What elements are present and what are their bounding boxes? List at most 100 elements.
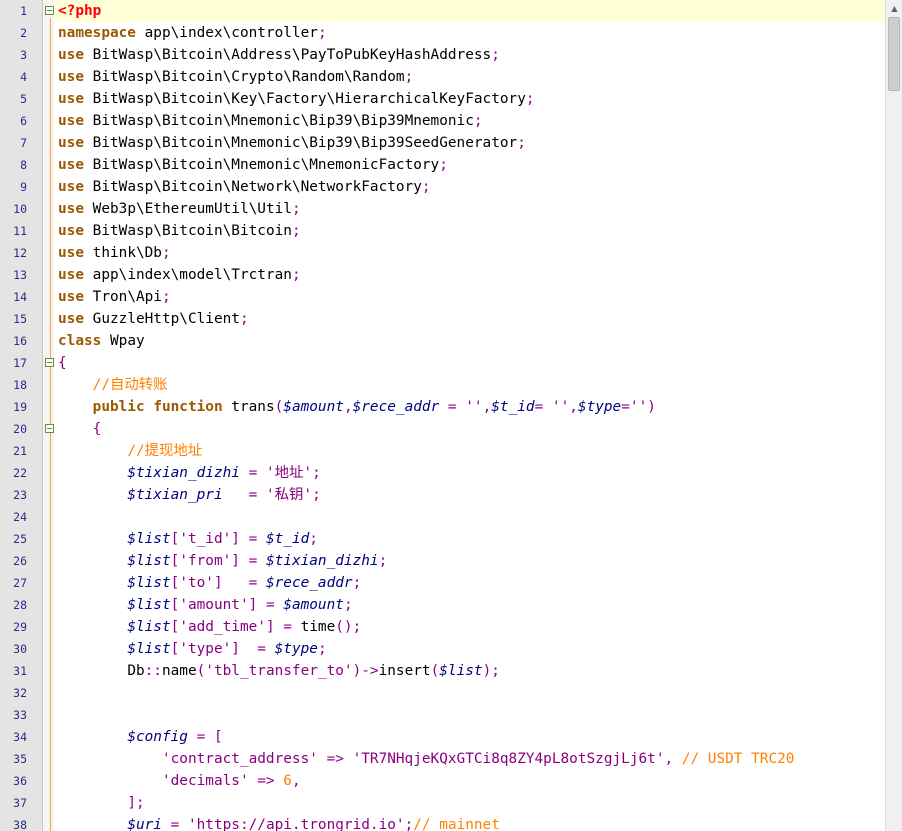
code-text: use BitWasp\Bitcoin\Mnemonic\Bip39\Bip39… (58, 110, 483, 132)
line-number: 26 (13, 554, 27, 568)
code-text: $config = [ (58, 726, 223, 748)
code-token: insert (378, 663, 431, 679)
code-line[interactable]: 36 'decimals' => 6, (0, 770, 885, 792)
code-token: function (153, 399, 223, 415)
code-line[interactable]: 11 use BitWasp\Bitcoin\Bitcoin; (0, 220, 885, 242)
code-line[interactable]: 15 use GuzzleHttp\Client; (0, 308, 885, 330)
code-lines[interactable]: 1 <?php 2 namespace app\index\controller; 3 u… (0, 0, 885, 831)
code-token: => (248, 773, 284, 789)
code-line[interactable]: 26 $list['from'] = $tixian_dizhi; (0, 550, 885, 572)
code-line[interactable]: 18 //自动转账 (0, 374, 885, 396)
code-line[interactable]: 6 use BitWasp\Bitcoin\Mnemonic\Bip39\Bip3… (0, 110, 885, 132)
code-token: )-> (352, 663, 379, 679)
code-token: ]; (127, 795, 145, 811)
code-line[interactable]: 35 'contract_address' => 'TR7NHqjeKQxGTC… (0, 748, 885, 770)
code-line[interactable]: 24 (0, 506, 885, 528)
code-token: 'from' (179, 553, 232, 569)
line-number: 1 (20, 4, 27, 18)
code-text: $list['t_id'] = $t_id; (58, 528, 318, 550)
code-line[interactable]: 21 //提现地址 (0, 440, 885, 462)
code-token: , (291, 773, 301, 789)
code-line[interactable]: 31 Db::name('tbl_transfer_to')->insert($… (0, 660, 885, 682)
code-line[interactable]: 13 use app\index\model\Trctran; (0, 264, 885, 286)
code-text: $list['amount'] = $amount; (58, 594, 352, 616)
code-token: ] = (231, 553, 266, 569)
code-line[interactable]: 32 (0, 682, 885, 704)
code-line[interactable]: 38 $uri = 'https://api.trongrid.io';// m… (0, 814, 885, 831)
code-line[interactable]: 17 { (0, 352, 885, 374)
scrollbar-thumb[interactable] (888, 17, 900, 91)
code-line[interactable]: 20 { (0, 418, 885, 440)
code-token: = (161, 817, 188, 831)
code-line[interactable]: 14 use Tron\Api; (0, 286, 885, 308)
scroll-up-arrow-icon[interactable]: ▲ (886, 0, 902, 17)
code-token: [ (170, 575, 180, 591)
code-text: use BitWasp\Bitcoin\Key\Factory\Hierarch… (58, 88, 535, 110)
code-token: $amount (283, 399, 344, 415)
code-line[interactable]: 22 $tixian_dizhi = '地址'; (0, 462, 885, 484)
code-line[interactable]: 25 $list['t_id'] = $t_id; (0, 528, 885, 550)
vertical-scrollbar[interactable]: ▲ (885, 0, 902, 831)
code-token: = (239, 465, 266, 481)
code-line[interactable]: 27 $list['to'] = $rece_addr; (0, 572, 885, 594)
code-text: Db::name('tbl_transfer_to')->insert($lis… (58, 660, 500, 682)
code-token: ; (317, 25, 327, 41)
code-line[interactable]: 30 $list['type'] = $type; (0, 638, 885, 660)
code-token: GuzzleHttp\Client (84, 311, 240, 327)
code-line[interactable]: 8 use BitWasp\Bitcoin\Mnemonic\MnemonicFa… (0, 154, 885, 176)
code-line[interactable]: 10 use Web3p\EthereumUtil\Util; (0, 198, 885, 220)
code-text: { (58, 418, 102, 440)
line-number: 14 (13, 290, 27, 304)
code-token: namespace (58, 25, 136, 41)
code-line[interactable]: 3 use BitWasp\Bitcoin\Address\PayToPubKey… (0, 44, 885, 66)
code-token: = [ (187, 729, 223, 745)
code-line[interactable]: 1 <?php (0, 0, 885, 22)
code-token: BitWasp\Bitcoin\Mnemonic\MnemonicFactory (84, 157, 440, 173)
code-token: BitWasp\Bitcoin\Network\NetworkFactory (84, 179, 422, 195)
code-token: use (58, 223, 84, 239)
code-line[interactable]: 12 use think\Db; (0, 242, 885, 264)
code-line[interactable]: 37 ]; (0, 792, 885, 814)
code-token: $type (274, 641, 318, 657)
code-line[interactable]: 4 use BitWasp\Bitcoin\Crypto\Random\Rando… (0, 66, 885, 88)
code-token: ; (517, 135, 526, 151)
code-line[interactable]: 9 use BitWasp\Bitcoin\Network\NetworkFact… (0, 176, 885, 198)
code-token: [ (170, 597, 180, 613)
code-token: ) (647, 399, 656, 415)
code-token: // mainnet (413, 817, 500, 831)
code-token: $rece_addr (352, 399, 440, 415)
code-token: ] = (231, 641, 275, 657)
code-line[interactable]: 29 $list['add_time'] = time(); (0, 616, 885, 638)
code-token: BitWasp\Bitcoin\Mnemonic\Bip39\Bip39Mnem… (84, 113, 474, 129)
code-editor[interactable]: 1 <?php 2 namespace app\index\controller; 3 u… (0, 0, 902, 831)
code-line[interactable]: 33 (0, 704, 885, 726)
code-line[interactable]: 16 class Wpay (0, 330, 885, 352)
code-token: <?php (58, 3, 102, 19)
code-token: name (161, 663, 197, 679)
code-text: 'contract_address' => 'TR7NHqjeKQxGTCi8q… (58, 748, 794, 770)
line-number: 5 (20, 92, 27, 106)
code-line[interactable]: 2 namespace app\index\controller; (0, 22, 885, 44)
code-line[interactable]: 23 $tixian_pri = '私钥'; (0, 484, 885, 506)
code-line[interactable]: 19 public function trans($amount,$rece_a… (0, 396, 885, 418)
code-line[interactable]: 7 use BitWasp\Bitcoin\Mnemonic\Bip39\Bip3… (0, 132, 885, 154)
code-text: use GuzzleHttp\Client; (58, 308, 249, 330)
code-line[interactable]: 5 use BitWasp\Bitcoin\Key\Factory\Hierarc… (0, 88, 885, 110)
code-line[interactable]: 28 $list['amount'] = $amount; (0, 594, 885, 616)
code-token: class (58, 333, 102, 349)
code-token: trans (222, 399, 275, 415)
code-token: ; (439, 157, 448, 173)
code-token: use (58, 91, 84, 107)
code-token: $list (127, 597, 171, 613)
code-token: ; (491, 47, 500, 63)
code-line[interactable]: 34 $config = [ (0, 726, 885, 748)
code-text: use BitWasp\Bitcoin\Network\NetworkFacto… (58, 176, 431, 198)
line-number: 21 (13, 444, 27, 458)
code-token: (); (335, 619, 362, 635)
code-token: '' (629, 399, 648, 415)
code-token: //自动转账 (92, 377, 168, 393)
code-token: 'TR7NHqjeKQxGTCi8q8ZY4pL8otSzgjLj6t' (352, 751, 665, 767)
